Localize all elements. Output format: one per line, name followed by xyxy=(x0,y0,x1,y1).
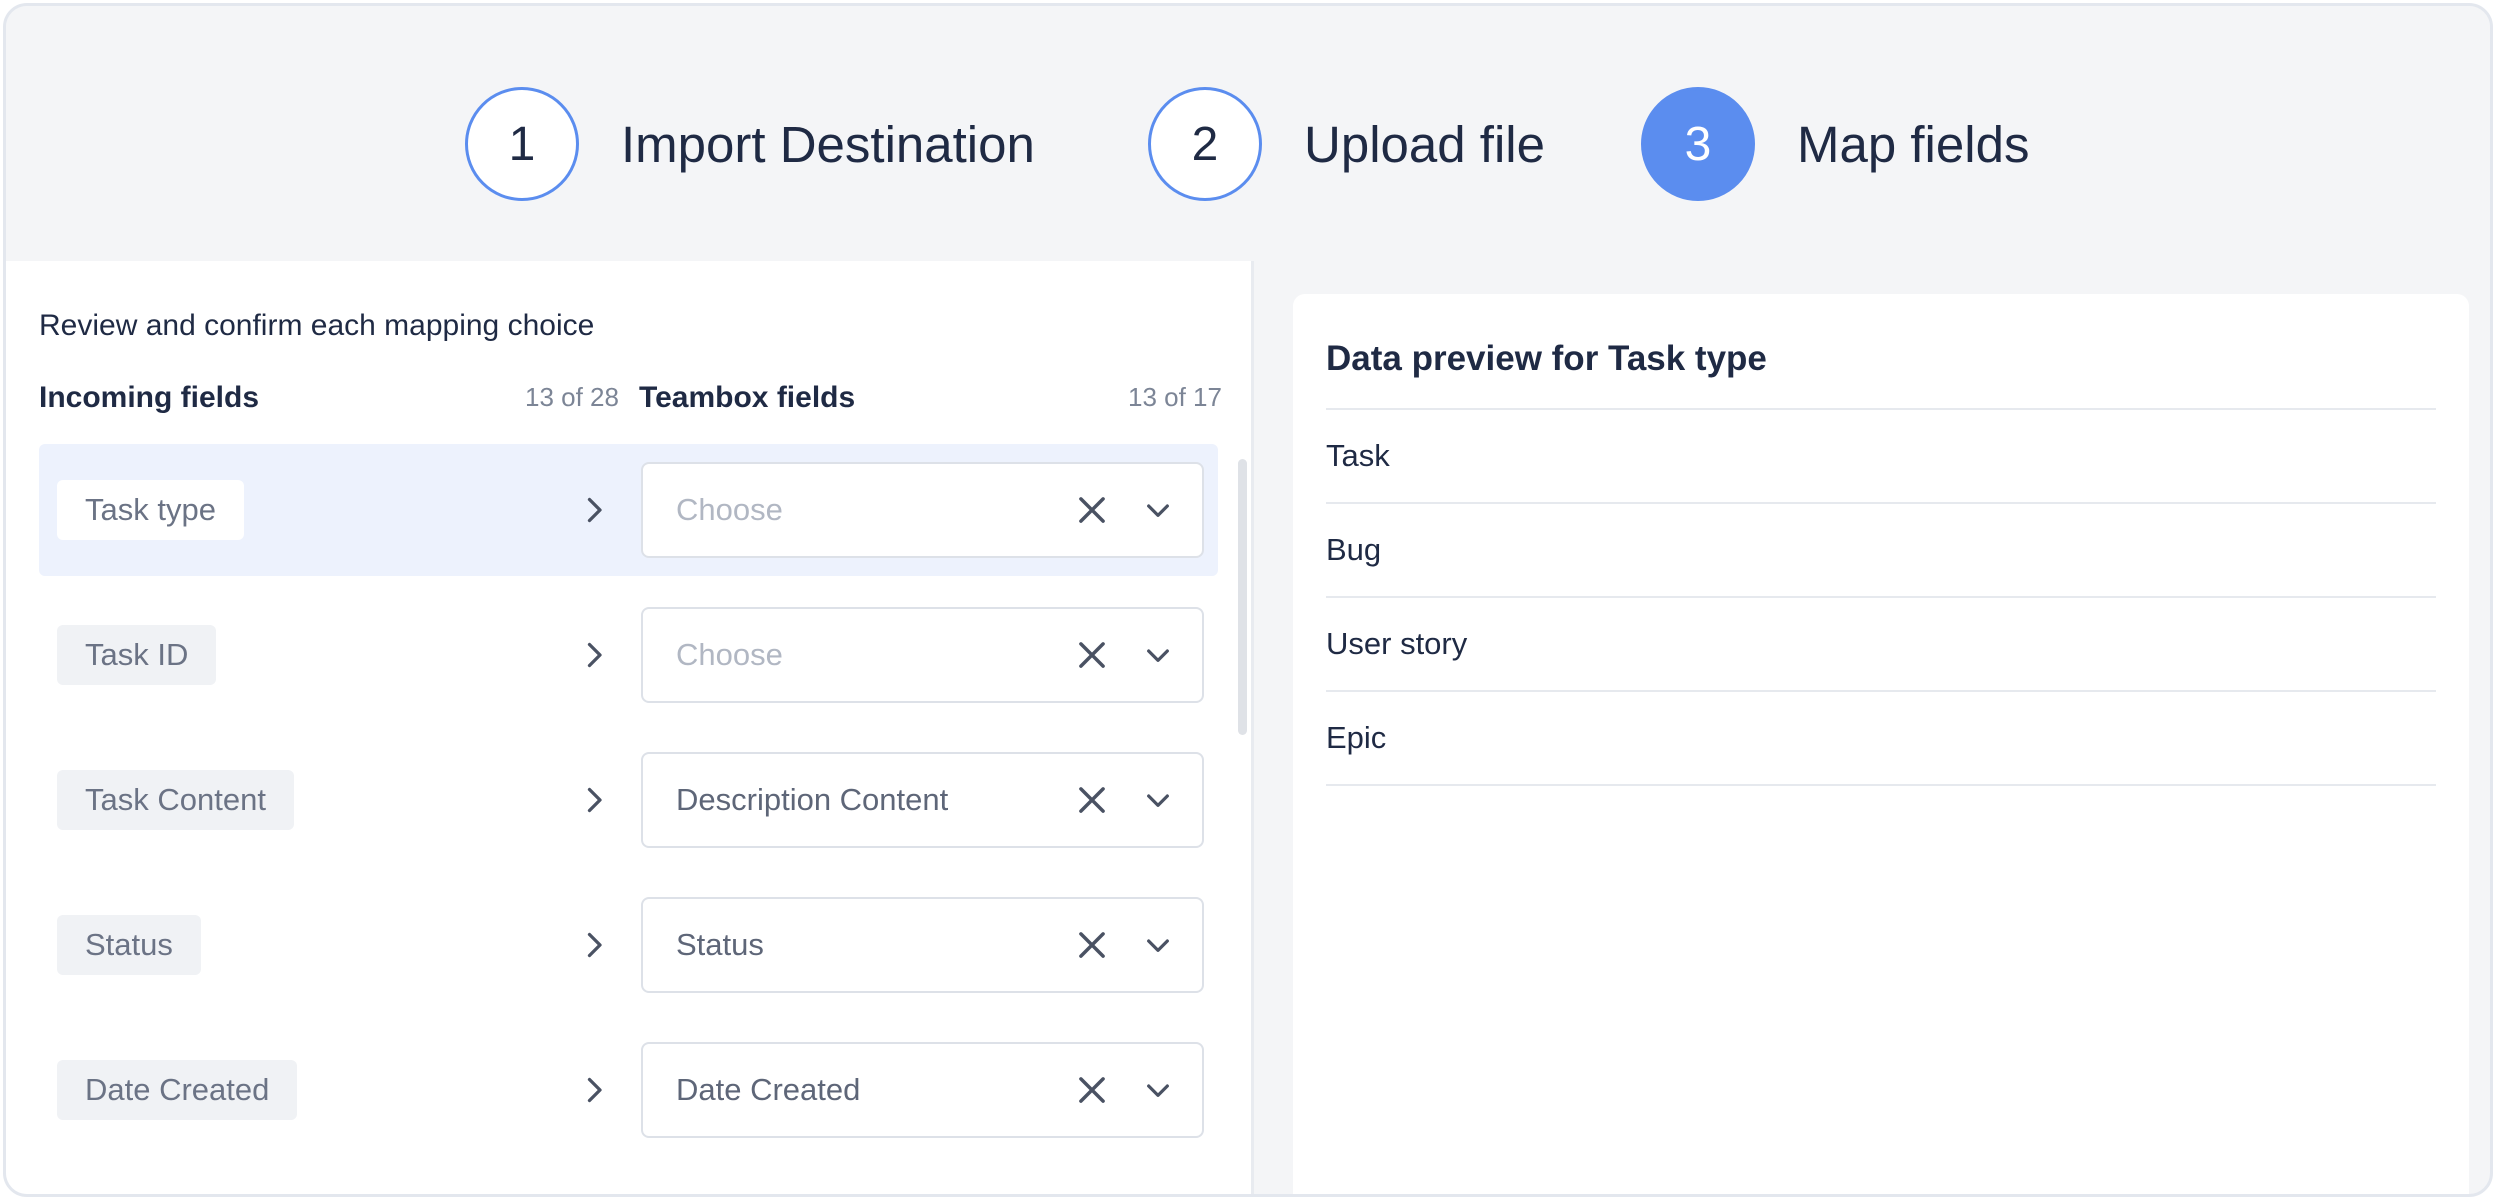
step-label: Import Destination xyxy=(621,115,1035,173)
chevron-right-icon xyxy=(576,492,612,528)
teambox-fields-count: 13 of 17 xyxy=(1128,382,1222,412)
mapping-row[interactable]: Task ID Choose xyxy=(39,589,1218,721)
teambox-field-select[interactable]: Description Content xyxy=(641,752,1204,848)
chevron-down-icon[interactable] xyxy=(1142,494,1174,526)
step-import-destination[interactable]: 1 Import Destination xyxy=(465,87,1035,201)
data-preview-item: Task xyxy=(1326,410,2436,504)
import-wizard: 1 Import Destination 2 Upload file 3 Map… xyxy=(3,3,2493,1197)
teambox-field-select[interactable]: Choose xyxy=(641,607,1204,703)
data-preview-list: Task Bug User story Epic xyxy=(1326,408,2436,786)
data-preview-item: Bug xyxy=(1326,504,2436,598)
select-placeholder: Choose xyxy=(676,492,783,527)
mapping-row[interactable]: Date Created Date Created xyxy=(39,1024,1218,1156)
step-upload-file[interactable]: 2 Upload file xyxy=(1148,87,1545,201)
close-icon[interactable] xyxy=(1073,926,1111,964)
mapping-row[interactable]: Task Content Description Content xyxy=(39,734,1218,866)
mapping-scrollbar[interactable] xyxy=(1238,459,1247,735)
mapping-panel: Review and confirm each mapping choice I… xyxy=(6,261,1254,1194)
step-number: 1 xyxy=(465,87,579,201)
teambox-field-select[interactable]: Date Created xyxy=(641,1042,1204,1138)
close-icon[interactable] xyxy=(1073,491,1111,529)
chevron-down-icon[interactable] xyxy=(1142,784,1174,816)
chevron-right-icon xyxy=(576,782,612,818)
teambox-field-select[interactable]: Status xyxy=(641,897,1204,993)
chevron-right-icon xyxy=(576,927,612,963)
chevron-down-icon[interactable] xyxy=(1142,639,1174,671)
mapping-row[interactable]: Task type Choose xyxy=(39,444,1218,576)
teambox-field-select[interactable]: Choose xyxy=(641,462,1204,558)
incoming-field-chip: Task ID xyxy=(57,625,217,685)
mapping-instructions: Review and confirm each mapping choice xyxy=(39,309,595,342)
incoming-field-chip: Task Content xyxy=(57,770,294,830)
incoming-field-chip: Status xyxy=(57,915,201,975)
close-icon[interactable] xyxy=(1073,636,1111,674)
data-preview-item: User story xyxy=(1326,598,2436,692)
select-value: Status xyxy=(676,927,764,962)
select-value: Date Created xyxy=(676,1072,861,1107)
step-label: Upload file xyxy=(1304,115,1545,173)
select-value: Description Content xyxy=(676,782,949,817)
stepper: 1 Import Destination 2 Upload file 3 Map… xyxy=(6,6,2490,258)
close-icon[interactable] xyxy=(1073,781,1111,819)
chevron-right-icon xyxy=(576,637,612,673)
chevron-right-icon xyxy=(576,1072,612,1108)
step-map-fields[interactable]: 3 Map fields xyxy=(1641,87,2029,201)
step-number: 3 xyxy=(1641,87,1755,201)
mapping-row[interactable]: Status Status xyxy=(39,879,1218,1011)
incoming-field-chip: Task type xyxy=(57,480,244,540)
incoming-fields-header: Incoming fields xyxy=(39,381,260,414)
close-icon[interactable] xyxy=(1073,1071,1111,1109)
data-preview-panel: Data preview for Task type Task Bug User s… xyxy=(1293,294,2469,1194)
chevron-down-icon[interactable] xyxy=(1142,929,1174,961)
data-preview-item: Epic xyxy=(1326,692,2436,786)
step-number: 2 xyxy=(1148,87,1262,201)
incoming-field-chip: Date Created xyxy=(57,1060,298,1120)
select-placeholder: Choose xyxy=(676,637,783,672)
incoming-fields-count: 13 of 28 xyxy=(525,382,619,412)
step-label: Map fields xyxy=(1797,115,2030,173)
data-preview-title: Data preview for Task type xyxy=(1326,339,1767,378)
teambox-fields-header: Teambox fields xyxy=(639,381,856,414)
chevron-down-icon[interactable] xyxy=(1142,1074,1174,1106)
